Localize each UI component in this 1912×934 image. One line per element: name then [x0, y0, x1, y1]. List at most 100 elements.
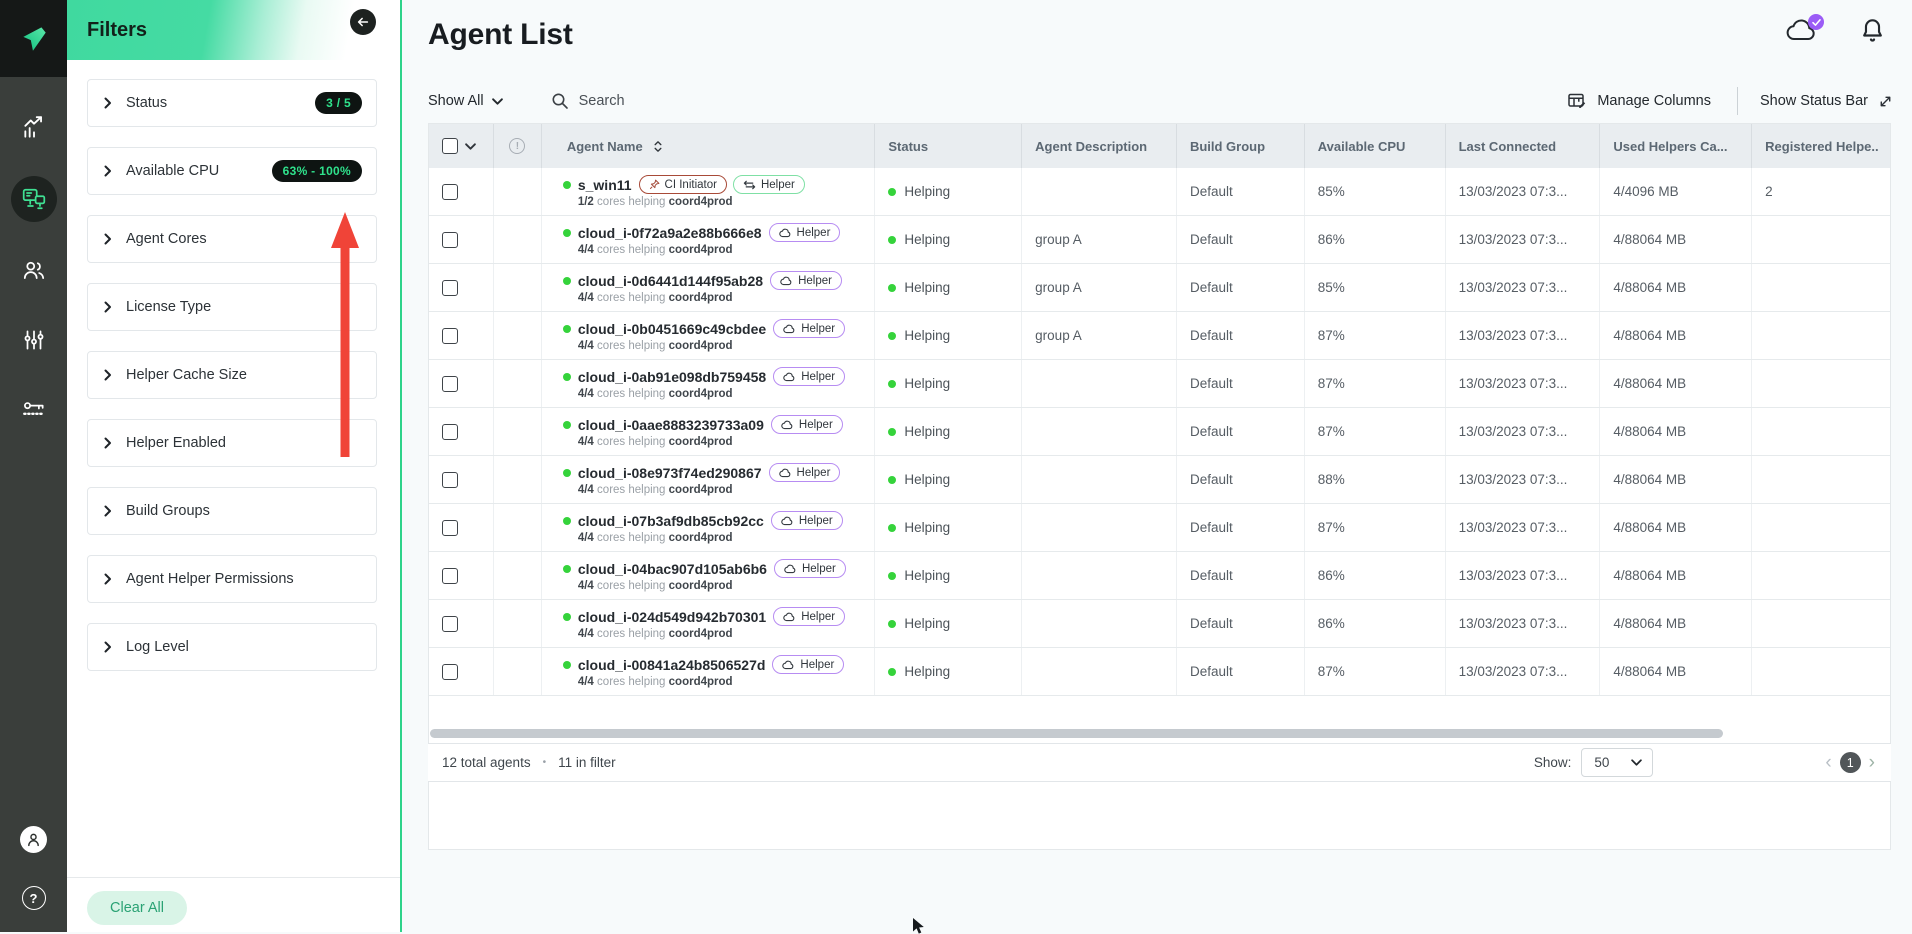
chevron-right-icon — [104, 641, 112, 653]
filter-item-build-groups[interactable]: Build Groups — [87, 487, 377, 535]
table-row[interactable]: cloud_i-024d549d942b70301 Helper 4/4 cor… — [429, 600, 1890, 648]
table-row[interactable]: cloud_i-08e973f74ed290867 Helper 4/4 cor… — [429, 456, 1890, 504]
select-menu-chevron-icon[interactable] — [465, 143, 476, 150]
user-avatar[interactable] — [20, 826, 47, 853]
table-row[interactable]: cloud_i-0d6441d144f95ab28 Helper 4/4 cor… — [429, 264, 1890, 312]
column-header-last-connected[interactable]: Last Connected — [1446, 124, 1601, 168]
last-connected-cell: 13/03/2023 07:3... — [1446, 360, 1601, 407]
last-connected-cell: 13/03/2023 07:3... — [1446, 312, 1601, 359]
filter-item-agent-helper-permissions[interactable]: Agent Helper Permissions — [87, 555, 377, 603]
column-header-agent-description[interactable]: Agent Description — [1022, 124, 1177, 168]
row-checkbox[interactable] — [442, 472, 458, 488]
select-all-checkbox[interactable] — [442, 138, 458, 154]
row-alert-cell — [494, 312, 542, 359]
last-connected-cell: 13/03/2023 07:3... — [1446, 264, 1601, 311]
horizontal-scrollbar-thumb[interactable] — [430, 729, 1723, 738]
row-checkbox[interactable] — [442, 376, 458, 392]
arrow-left-icon — [356, 15, 370, 29]
page-size-select[interactable]: 50 — [1581, 748, 1653, 777]
previous-page-button[interactable]: ‹ — [1825, 753, 1831, 772]
registered-helpers-cell — [1752, 408, 1890, 455]
table-row[interactable]: s_win11 CI InitiatorHelper 1/2 cores hel… — [429, 168, 1890, 216]
status-label: Helping — [904, 232, 950, 247]
notifications-bell-icon[interactable] — [1859, 16, 1886, 46]
row-checkbox[interactable] — [442, 664, 458, 680]
nav-item-agents[interactable] — [11, 176, 57, 222]
helper-badge: Helper — [770, 271, 842, 290]
used-helpers-cell: 4/4096 MB — [1600, 168, 1752, 215]
table-row[interactable]: cloud_i-07b3af9db85cb92cc Helper 4/4 cor… — [429, 504, 1890, 552]
helper-badge: Helper — [773, 607, 845, 626]
table-row[interactable]: cloud_i-0aae8883239733a09 Helper 4/4 cor… — [429, 408, 1890, 456]
agent-badges: Helper — [773, 367, 845, 386]
search-input[interactable] — [579, 93, 799, 109]
agent-cores-subtext: 4/4 cores helping coord4prod — [578, 388, 733, 400]
last-connected-cell: 13/03/2023 07:3... — [1446, 216, 1601, 263]
filter-item-log-level[interactable]: Log Level — [87, 623, 377, 671]
alert-column-icon: ! — [509, 138, 525, 154]
cloud-icon — [782, 660, 795, 670]
show-status-bar-button[interactable]: Show Status Bar — [1760, 93, 1893, 109]
nav-item-users[interactable] — [11, 248, 57, 292]
cloud-icon — [779, 468, 792, 478]
agent-online-dot — [563, 325, 571, 333]
agent-badges: Helper — [769, 463, 841, 482]
agent-name: cloud_i-0b0451669c49cbdee — [578, 321, 766, 337]
clear-all-button[interactable]: Clear All — [87, 891, 187, 925]
filter-label: Agent Helper Permissions — [126, 571, 294, 587]
app-logo[interactable] — [0, 0, 67, 77]
nav-item-licenses[interactable] — [11, 388, 57, 432]
column-header-build-group[interactable]: Build Group — [1177, 124, 1305, 168]
helper-badge: Helper — [733, 175, 805, 194]
row-alert-cell — [494, 408, 542, 455]
show-all-dropdown[interactable]: Show All — [428, 93, 503, 109]
row-checkbox[interactable] — [442, 184, 458, 200]
row-checkbox[interactable] — [442, 232, 458, 248]
sort-icon[interactable] — [653, 139, 663, 154]
status-dot — [888, 236, 896, 244]
users-icon — [21, 257, 47, 283]
filter-badge: 63% - 100% — [272, 160, 362, 182]
table-row[interactable]: cloud_i-0f72a9a2e88b666e8 Helper 4/4 cor… — [429, 216, 1890, 264]
filter-item-status[interactable]: Status 3 / 5 — [87, 79, 377, 127]
filter-item-available-cpu[interactable]: Available CPU 63% - 100% — [87, 147, 377, 195]
table-row[interactable]: cloud_i-0ab91e098db759458 Helper 4/4 cor… — [429, 360, 1890, 408]
next-page-button[interactable]: › — [1869, 753, 1875, 772]
column-header-agent-name[interactable]: Agent Name — [542, 124, 876, 168]
row-checkbox[interactable] — [442, 280, 458, 296]
settings-sliders-icon — [21, 327, 47, 353]
cloud-status-button[interactable] — [1785, 16, 1821, 46]
nav-item-settings[interactable] — [11, 318, 57, 362]
table-row[interactable]: cloud_i-00841a24b8506527d Helper 4/4 cor… — [429, 648, 1890, 696]
row-checkbox[interactable] — [442, 568, 458, 584]
agent-description-cell — [1022, 408, 1177, 455]
column-header-available-cpu[interactable]: Available CPU — [1305, 124, 1446, 168]
agent-cores-subtext: 4/4 cores helping coord4prod — [578, 676, 733, 688]
agent-cores-subtext: 4/4 cores helping coord4prod — [578, 244, 733, 256]
build-group-cell: Default — [1177, 552, 1305, 599]
row-checkbox[interactable] — [442, 328, 458, 344]
search-icon — [551, 92, 569, 110]
agent-badges: CI InitiatorHelper — [639, 175, 805, 194]
build-group-cell: Default — [1177, 264, 1305, 311]
registered-helpers-cell — [1752, 600, 1890, 647]
row-checkbox[interactable] — [442, 520, 458, 536]
status-label: Helping — [904, 184, 950, 199]
column-header-status[interactable]: Status — [875, 124, 1022, 168]
brand-logo-icon — [17, 22, 51, 56]
table-row[interactable]: cloud_i-04bac907d105ab6b6 Helper 4/4 cor… — [429, 552, 1890, 600]
used-helpers-cell: 4/88064 MB — [1600, 648, 1752, 695]
row-checkbox[interactable] — [442, 616, 458, 632]
table-header-row: ! Agent Name Status Agent Description Bu… — [429, 124, 1890, 168]
row-checkbox[interactable] — [442, 424, 458, 440]
column-header-registered-helpers[interactable]: Registered Helpe.. — [1752, 124, 1890, 168]
manage-columns-button[interactable]: Manage Columns — [1567, 91, 1711, 111]
column-header-used-helpers[interactable]: Used Helpers Ca... — [1600, 124, 1752, 168]
agent-name: cloud_i-00841a24b8506527d — [578, 657, 766, 673]
help-button[interactable]: ? — [22, 886, 46, 910]
collapse-filters-button[interactable] — [350, 9, 376, 35]
agent-cores-subtext: 4/4 cores helping coord4prod — [578, 340, 733, 352]
nav-item-analytics[interactable] — [11, 106, 57, 150]
table-row[interactable]: cloud_i-0b0451669c49cbdee Helper 4/4 cor… — [429, 312, 1890, 360]
filters-footer-divider — [67, 877, 400, 878]
